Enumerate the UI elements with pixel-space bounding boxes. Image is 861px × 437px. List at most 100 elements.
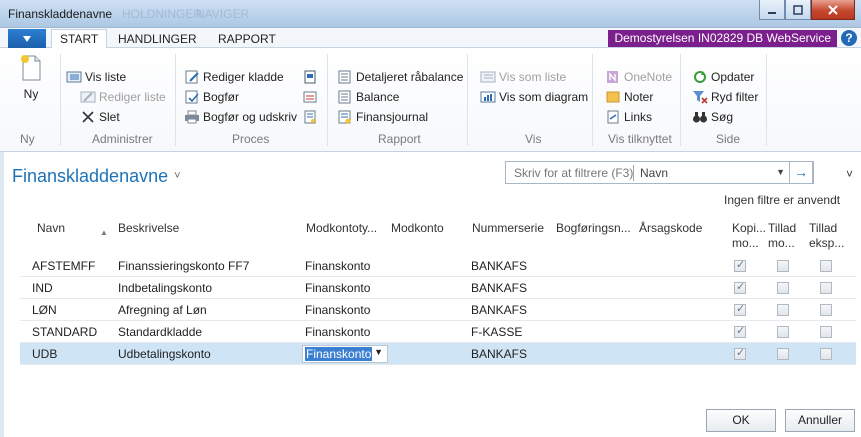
- checkbox-tillad-mo[interactable]: [777, 260, 789, 272]
- vis-som-liste-button[interactable]: Vis som liste: [480, 70, 566, 84]
- tab-handlinger[interactable]: HANDLINGER: [118, 32, 197, 46]
- checkbox-kopi[interactable]: [734, 280, 746, 294]
- chevron-down-icon[interactable]: ▼: [776, 167, 785, 177]
- journal-report-icon: [338, 110, 351, 124]
- ok-button[interactable]: OK: [706, 409, 776, 432]
- cell-beskrivelse: Udbetalingskonto: [118, 347, 211, 361]
- header-line: Tillad: [768, 221, 797, 235]
- list-view-icon: [480, 71, 496, 83]
- filter-box[interactable]: Skriv for at filtrere (F3) Navn ▼ →: [505, 161, 814, 184]
- group-label-side: Side: [716, 132, 741, 146]
- checkbox-tillad-mo[interactable]: [777, 326, 789, 338]
- checkbox-kopi[interactable]: [734, 302, 746, 316]
- opdater-button[interactable]: Opdater: [692, 70, 754, 84]
- column-header-arsagskode[interactable]: Årsagskode: [639, 221, 702, 236]
- checkbox-tillad-mo[interactable]: [777, 304, 789, 316]
- checkbox-tillad-eksp[interactable]: [820, 304, 832, 316]
- table-row-selected[interactable]: UDB Udbetalingskonto Finanskonto ▼ BANKA…: [20, 343, 856, 365]
- help-icon[interactable]: ?: [841, 30, 857, 46]
- report-icon: [338, 90, 351, 104]
- filter-status: Ingen filtre er anvendt: [724, 193, 841, 207]
- filter-field-selector[interactable]: Navn: [640, 166, 668, 180]
- column-header-nummerserie[interactable]: Nummerserie: [472, 221, 544, 236]
- cancel-button[interactable]: Annuller: [785, 409, 855, 432]
- sog-label: Søg: [711, 110, 734, 124]
- chevron-down-icon[interactable]: ▼: [374, 347, 383, 357]
- column-header-modkonto[interactable]: Modkonto: [391, 221, 444, 236]
- tab-rapport[interactable]: RAPPORT: [218, 32, 276, 46]
- checkbox-tillad-mo[interactable]: [777, 282, 789, 294]
- checkbox-kopi[interactable]: [734, 324, 746, 338]
- proces-extra-button-1[interactable]: [303, 70, 322, 84]
- checkbox-tillad-eksp[interactable]: [820, 260, 832, 272]
- collapse-factbox-icon[interactable]: ˅: [846, 167, 853, 181]
- dropdown-triangle-icon: [23, 35, 31, 42]
- checkbox-tillad-eksp[interactable]: [820, 326, 832, 338]
- new-button[interactable]: Ny: [14, 54, 48, 101]
- cell-modkontotype: Finanskonto: [305, 325, 371, 339]
- column-header-tillad-eksp[interactable]: Tillad eksp...: [809, 221, 844, 251]
- cell-navn: AFSTEMFF: [32, 259, 96, 273]
- checkbox-tillad-eksp[interactable]: [820, 348, 832, 360]
- title-bar: Finanskladdenavne HOLDNINGER NAVIGER: [0, 0, 861, 28]
- slet-button[interactable]: Slet: [80, 110, 120, 124]
- filter-divider: [633, 165, 634, 181]
- bogfor-udskriv-label: Bogfør og udskriv: [203, 110, 298, 124]
- filter-input[interactable]: Skriv for at filtrere (F3): [514, 166, 633, 180]
- table-row[interactable]: STANDARD Standardkladde Finanskonto F-KA…: [20, 321, 856, 343]
- column-header-kopi[interactable]: Kopi... mo...: [732, 221, 766, 251]
- cell-nummerserie: F-KASSE: [471, 325, 523, 339]
- detaljeret-rabalance-button[interactable]: Detaljeret råbalance: [337, 70, 463, 84]
- filter-go-icon[interactable]: →: [789, 161, 813, 184]
- bogfor-udskriv-button[interactable]: Bogfør og udskriv: [184, 110, 297, 124]
- column-header-tillad-mo[interactable]: Tillad mo...: [768, 221, 796, 251]
- table-row[interactable]: AFSTEMFF Finanssieringskonto FF7 Finansk…: [20, 255, 856, 277]
- chart-view-icon: [480, 91, 496, 103]
- modkontotype-dropdown[interactable]: Finanskonto ▼: [302, 345, 388, 363]
- links-icon: [607, 110, 619, 124]
- group-divider: [327, 54, 328, 146]
- page-title[interactable]: Finanskladdenavne ˅: [12, 166, 181, 187]
- column-header-bogforingsnummerserie[interactable]: Bogføringsn...: [556, 221, 631, 236]
- sog-button[interactable]: Søg: [692, 110, 733, 124]
- group-label-vis: Vis: [525, 132, 542, 146]
- vis-liste-button[interactable]: Vis liste: [66, 70, 126, 84]
- bogfor-button[interactable]: Bogfør: [184, 90, 239, 104]
- proces-extra-button-3[interactable]: [303, 110, 322, 124]
- checkbox-kopi[interactable]: [734, 258, 746, 272]
- cell-nummerserie: BANKAFS: [471, 281, 528, 295]
- vis-liste-label: Vis liste: [85, 70, 127, 84]
- finansjournal-button[interactable]: Finansjournal: [337, 110, 428, 124]
- rediger-liste-button[interactable]: Rediger liste: [80, 90, 166, 104]
- proces-extra-button-2[interactable]: [303, 90, 322, 104]
- chevron-down-icon: ˅: [174, 170, 181, 182]
- minimize-button[interactable]: [759, 0, 785, 20]
- cell-modkontotype: Finanskonto: [305, 281, 371, 295]
- noter-button[interactable]: Noter: [605, 90, 653, 104]
- column-header-beskrivelse[interactable]: Beskrivelse: [118, 221, 179, 236]
- table-row[interactable]: LØN Afregning af Løn Finanskonto BANKAFS: [20, 299, 856, 321]
- list-icon: [66, 71, 82, 83]
- vis-som-diagram-label: Vis som diagram: [499, 90, 589, 104]
- application-menu-button[interactable]: [8, 29, 46, 48]
- table-row[interactable]: IND Indbetalingskonto Finanskonto BANKAF…: [20, 277, 856, 299]
- vis-som-diagram-button[interactable]: Vis som diagram: [480, 90, 588, 104]
- left-edge: [0, 152, 4, 437]
- onenote-button[interactable]: OneNote: [605, 70, 672, 84]
- test-report-icon: [304, 110, 316, 124]
- group-label-proces: Proces: [232, 132, 270, 146]
- checkbox-kopi[interactable]: [734, 346, 746, 360]
- column-header-modkontotype[interactable]: Modkontoty...: [306, 221, 377, 236]
- tab-start[interactable]: START: [51, 29, 108, 49]
- checkbox-tillad-eksp[interactable]: [820, 282, 832, 294]
- ryd-filter-button[interactable]: Ryd filter: [692, 90, 758, 104]
- links-button[interactable]: Links: [605, 110, 652, 124]
- column-header-navn[interactable]: Navn: [37, 221, 65, 236]
- new-document-icon: [21, 55, 41, 81]
- header-line: mo...: [768, 236, 795, 250]
- checkbox-tillad-mo[interactable]: [777, 348, 789, 360]
- rediger-kladde-button[interactable]: Rediger kladde: [184, 70, 284, 84]
- maximize-button[interactable]: [785, 0, 811, 20]
- balance-button[interactable]: Balance: [337, 90, 399, 104]
- close-button[interactable]: [811, 0, 855, 20]
